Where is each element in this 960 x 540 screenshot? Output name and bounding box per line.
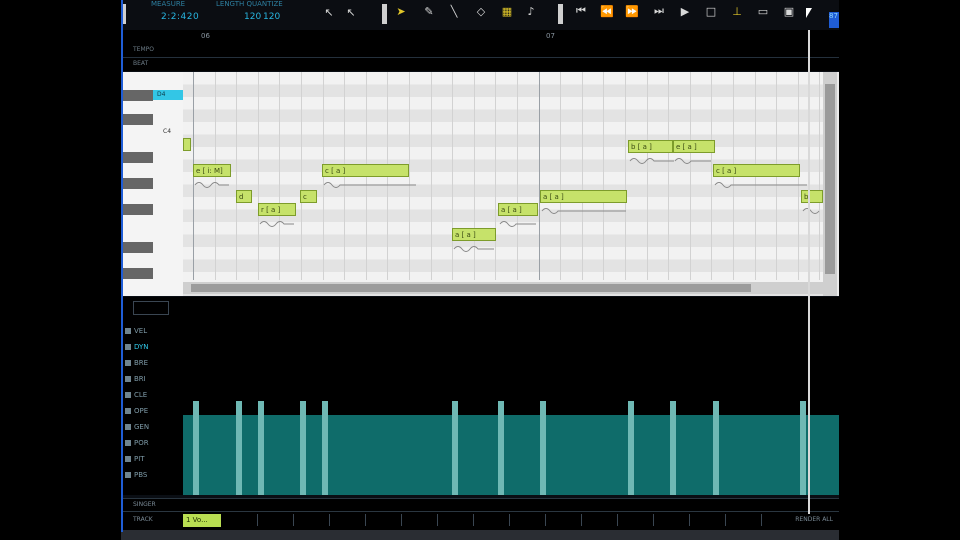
velocity-spike [258,401,264,495]
control-gen[interactable]: GEN [125,423,149,431]
velocity-spike [498,401,504,495]
tempo-alt-readout: 120 [263,12,281,22]
rewind-icon[interactable]: ⏪ [599,3,615,19]
control-ope[interactable]: OPE [125,407,148,415]
monitor-icon[interactable]: ▣ [781,3,797,19]
pencil-tool-icon[interactable]: ✎ [421,3,437,19]
play-icon[interactable]: ▶ [677,3,693,19]
control-dyn[interactable]: DYN [125,343,149,351]
line-tool-icon[interactable]: ╲ [446,3,462,19]
control-cle[interactable]: CLE [125,391,147,399]
note-tool-icon[interactable]: ♪ [523,3,539,19]
piano-roll[interactable]: D4 C4 e [ i: M] d r [ a ] c c [ a ] a [ … [121,72,839,296]
mouse-cursor-icon [806,8,812,18]
velocity-spike [800,401,806,495]
track-tab[interactable] [401,514,438,526]
toolbar-separator [558,4,563,24]
pointer-step2-icon[interactable]: ↖ [343,4,359,20]
control-track-area[interactable]: VEL DYN BRE BRI CLE OPE GEN POR PIT PBS [121,297,839,495]
arrow-tool-icon[interactable]: ➤ [393,3,409,19]
position-readout: 2:2:420 [161,12,200,22]
track-tab[interactable] [473,514,510,526]
toolbar-separator [382,4,387,24]
tempo-readout: 120 [244,12,262,22]
velocity-spike [322,401,328,495]
track-tab[interactable] [221,514,258,526]
track-label: TRACK [133,516,153,523]
mode-label: MEASURE [151,0,186,8]
velocity-spike [236,401,242,495]
tempo-label: TEMPO [133,46,154,53]
render-all-button[interactable]: RENDER ALL [795,516,833,523]
velocity-spike [452,401,458,495]
track-tab[interactable] [653,514,690,526]
bar-number: 06 [201,32,210,40]
track-tab-1[interactable]: 1 Vo... [183,514,221,527]
pointer-step-icon[interactable]: ↖ [321,4,337,20]
control-pbs[interactable]: PBS [125,471,147,479]
vibrato-curves [194,158,820,252]
control-select-box[interactable] [133,301,169,315]
velocity-spike [628,401,634,495]
control-bri[interactable]: BRI [125,375,146,383]
horizontal-scroll-thumb[interactable] [191,284,751,292]
grid-tool-icon[interactable]: ▦ [499,3,515,19]
forward-icon[interactable]: ⏩ [624,3,640,19]
bar-number: 07 [546,32,555,40]
track-tabs[interactable]: TRACK 1 Vo... RENDER ALL [121,511,839,530]
track-tab[interactable] [257,514,294,526]
track-tab[interactable] [689,514,726,526]
toolbar: MEASURE LENGTH QUANTIZE 2:2:420 120 120 … [121,0,839,31]
velocity-spike [713,401,719,495]
track-tab[interactable] [545,514,582,526]
beat-label: BEAT [133,60,149,67]
track-tab[interactable] [437,514,474,526]
goto-end-icon[interactable]: ⏭ [651,3,667,19]
status-bar [121,530,839,540]
track-tab[interactable] [617,514,654,526]
track-tab[interactable] [725,514,762,526]
track-tab[interactable] [329,514,366,526]
dynamics-fill [183,415,839,495]
track-tab[interactable] [365,514,402,526]
singer-label: SINGER [133,501,156,508]
control-vel[interactable]: VEL [125,327,147,335]
vocal-editor-window: MEASURE LENGTH QUANTIZE 2:2:420 120 120 … [121,0,839,540]
vertical-scroll-thumb[interactable] [825,84,835,274]
stop-icon[interactable]: □ [703,3,719,19]
measure-ruler[interactable]: 06 07 [121,30,839,45]
velocity-spike [193,401,199,495]
dynamics-graph[interactable] [183,303,839,495]
beat-track[interactable]: BEAT [121,58,839,71]
velocity-spike [300,401,306,495]
velocity-spike [670,401,676,495]
corner-indicator: 87 [829,12,839,28]
metronome-icon[interactable]: ⊥ [729,3,745,19]
velocity-spike [540,401,546,495]
tempo-track[interactable]: TEMPO [121,44,839,58]
control-pit[interactable]: PIT [125,455,145,463]
singer-row[interactable]: SINGER [121,498,839,511]
track-tab[interactable] [293,514,330,526]
control-bre[interactable]: BRE [125,359,148,367]
control-por[interactable]: POR [125,439,149,447]
goto-start-icon[interactable]: ⏮ [573,3,589,19]
playhead[interactable] [808,30,810,514]
track-tab[interactable] [509,514,546,526]
loop-icon[interactable]: ▭ [755,3,771,19]
toolbar-separator [121,4,126,24]
track-tab[interactable] [581,514,618,526]
eraser-tool-icon[interactable]: ◇ [473,3,489,19]
quantize-label: LENGTH QUANTIZE [216,0,283,8]
